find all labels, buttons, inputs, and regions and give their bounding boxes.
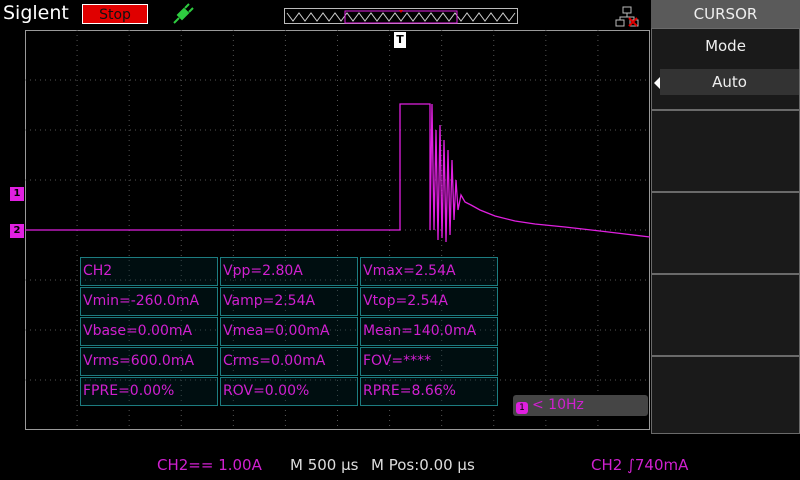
channel-badge-icon: 1 <box>516 402 528 414</box>
meas-cell: Vpp=2.80A <box>220 257 358 286</box>
menu-item-empty[interactable] <box>651 356 800 434</box>
brand-logo: Siglent <box>3 2 69 24</box>
selection-arrow-icon <box>654 77 660 89</box>
menu-title: CURSOR <box>651 0 800 28</box>
meas-cell: Vmin=-260.0mA <box>80 287 218 316</box>
meas-cell: RPRE=8.66% <box>360 377 498 406</box>
timebase-position-bar <box>284 8 518 24</box>
menu-item-mode-label: Mode <box>705 37 746 55</box>
ch2-waveform-trace <box>25 103 650 243</box>
meas-cell: Vtop=2.54A <box>360 287 498 316</box>
trigger-plug-icon <box>170 3 194 27</box>
menu-item-empty[interactable] <box>651 110 800 192</box>
meas-cell: Vmea=0.00mA <box>220 317 358 346</box>
menu-item-empty[interactable] <box>651 274 800 356</box>
trigger-level-status[interactable]: CH2 ∫740mA <box>591 456 688 474</box>
trigger-position-marker: T <box>394 32 406 48</box>
meas-cell: CH2 <box>80 257 218 286</box>
meas-cell: FOV=**** <box>360 347 498 376</box>
menu-item-mode-value: Auto <box>654 69 799 95</box>
network-usb-icon <box>614 6 640 28</box>
meas-cell: Crms=0.00mA <box>220 347 358 376</box>
menu-item-mode[interactable]: Mode Auto <box>651 28 800 110</box>
meas-cell: Mean=140.0mA <box>360 317 498 346</box>
meas-cell: Vbase=0.00mA <box>80 317 218 346</box>
measurement-table: CH2 Vpp=2.80A Vmax=2.54A Vmin=-260.0mA V… <box>80 257 500 407</box>
ch2-scale-status[interactable]: CH2== 1.00A <box>157 456 262 474</box>
ch2-marker[interactable]: 2 <box>10 224 24 238</box>
run-stop-indicator[interactable]: Stop <box>82 4 148 24</box>
timebase-status[interactable]: M 500 μs <box>290 456 358 474</box>
meas-cell: Vamp=2.54A <box>220 287 358 316</box>
meas-cell: ROV=0.00% <box>220 377 358 406</box>
frequency-counter: 1 < 10Hz <box>513 395 648 416</box>
menu-item-empty[interactable] <box>651 192 800 274</box>
ch1-marker[interactable]: 1 <box>10 187 24 201</box>
horizontal-position-status[interactable]: M Pos:0.00 μs <box>371 456 475 474</box>
mode-value-text: Auto <box>712 73 747 91</box>
meas-cell: FPRE=0.00% <box>80 377 218 406</box>
meas-cell: Vmax=2.54A <box>360 257 498 286</box>
frequency-value: < 10Hz <box>532 397 584 413</box>
meas-cell: Vrms=600.0mA <box>80 347 218 376</box>
